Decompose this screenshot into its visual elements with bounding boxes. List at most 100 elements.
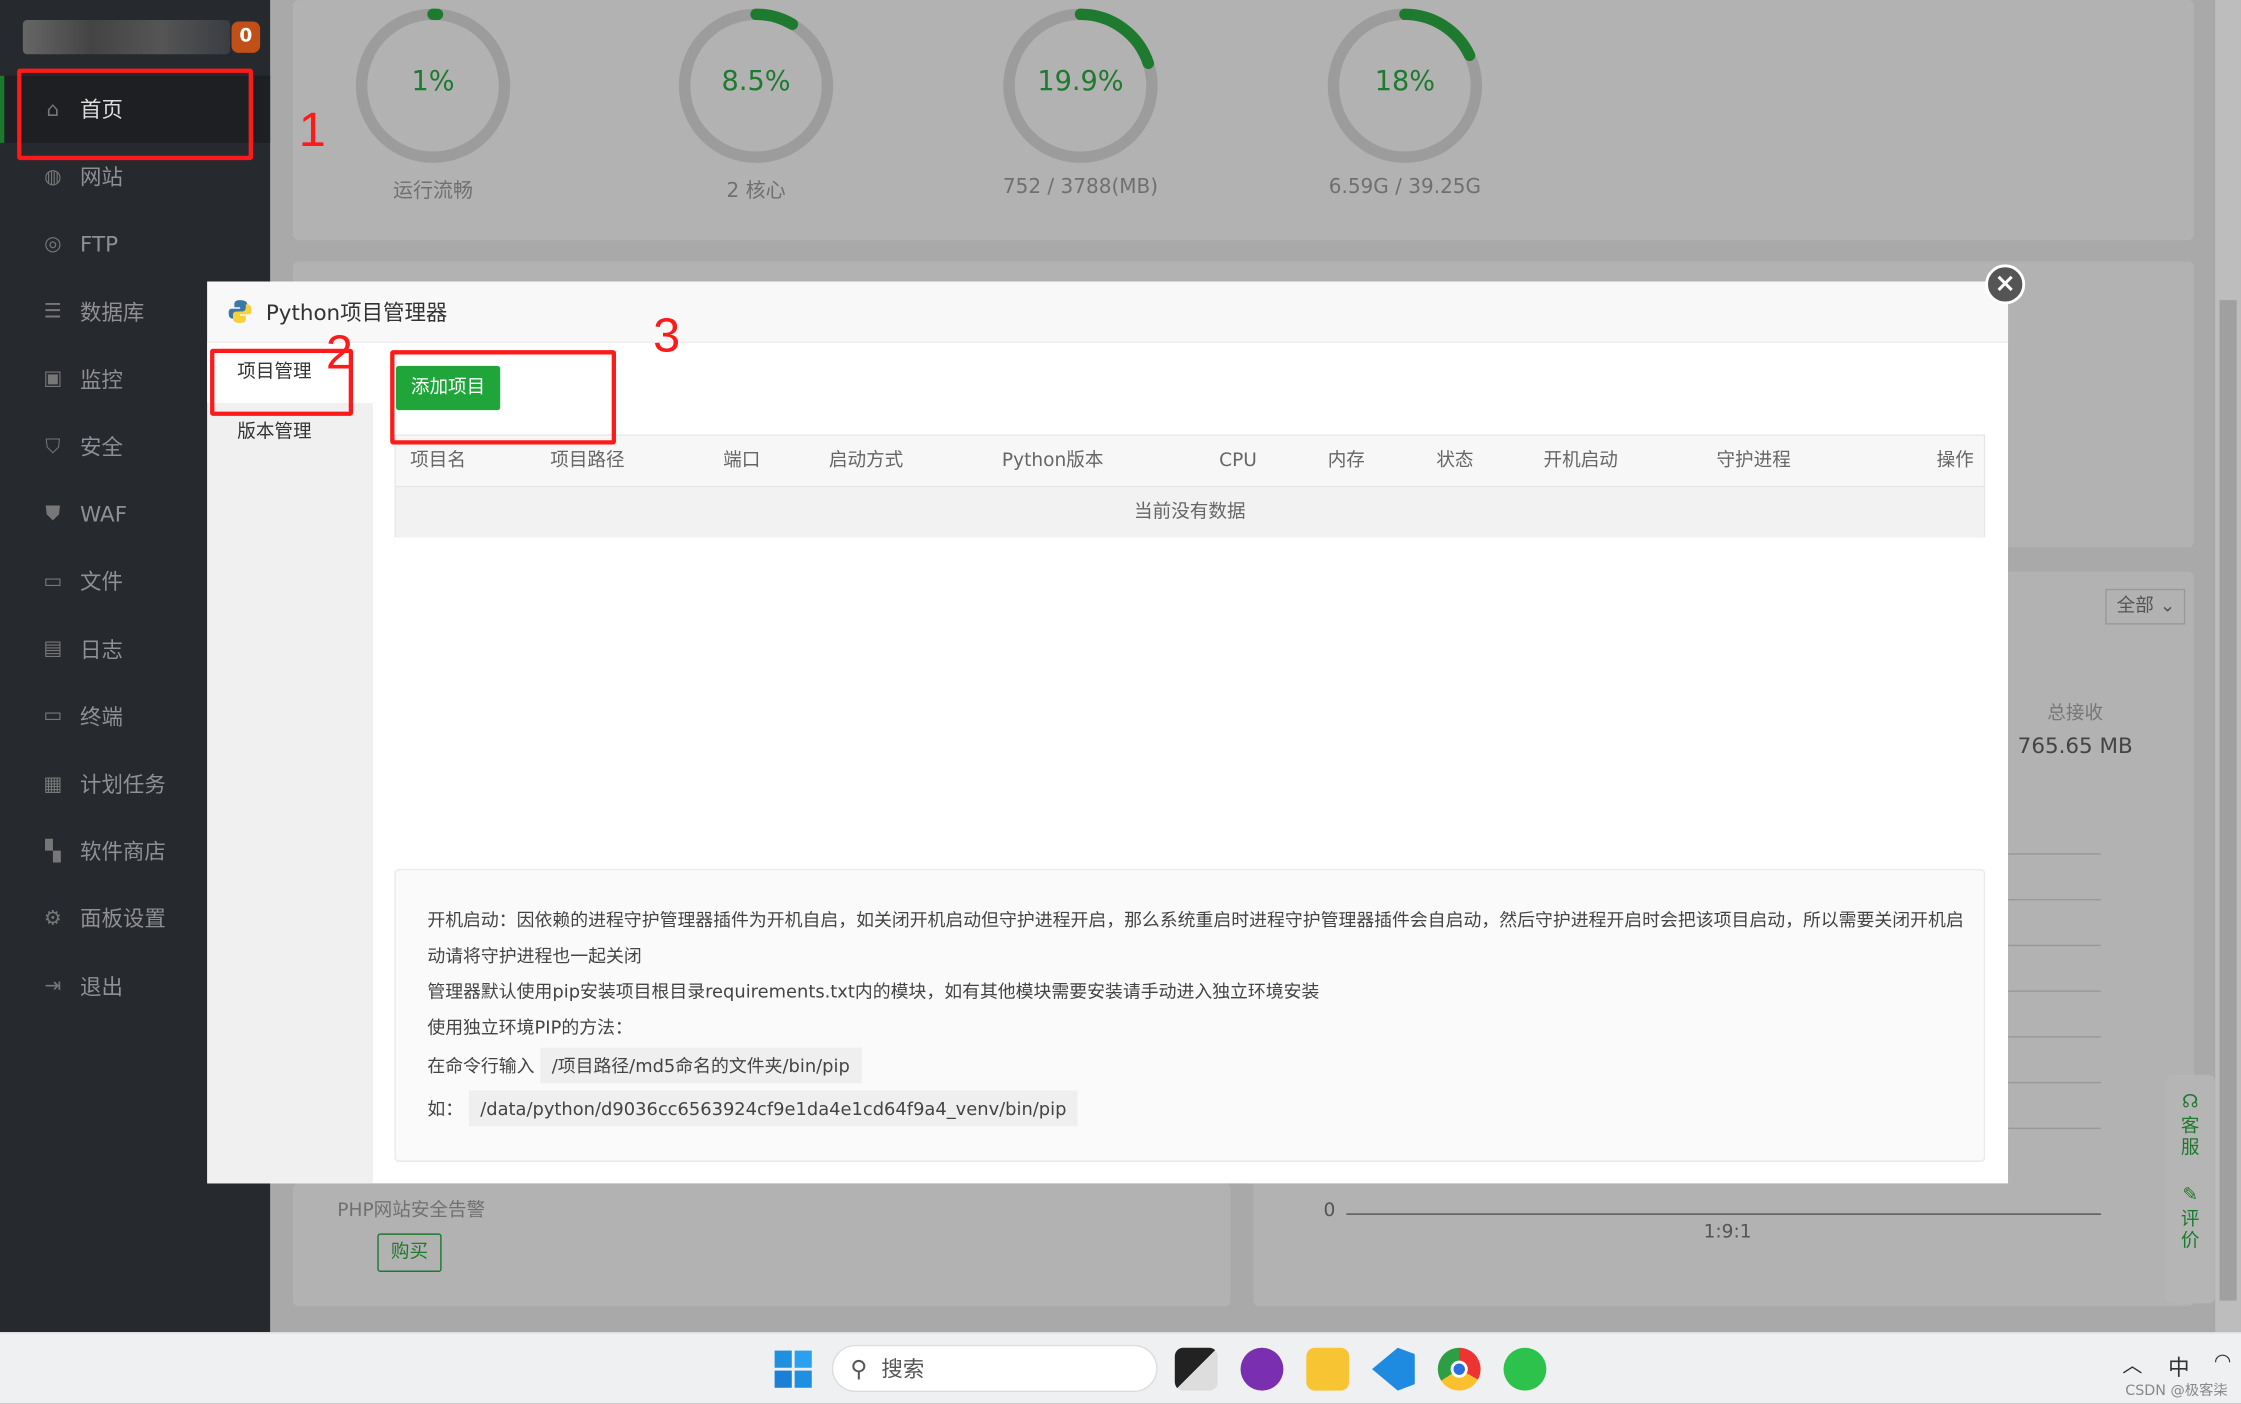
help-line: 管理器默认使用pip安装项目根目录requirements.txt内的模块，如有… [427, 980, 1320, 1002]
help-prefix: 如： [427, 1097, 464, 1120]
sidebar-item-label: 数据库 [80, 299, 145, 326]
logout-icon: ⇥ [44, 974, 62, 998]
user-avatar-blurred [22, 20, 231, 55]
apps-icon: ▚ [45, 839, 61, 863]
gauge: 19.9% 752 / 3788(MB) [995, 0, 1167, 199]
sidebar-item-label: 文件 [80, 569, 123, 596]
database-icon: ☰ [43, 300, 62, 324]
axis-zero: 0 [1323, 1200, 1336, 1222]
python-logo-icon [228, 300, 252, 323]
gear-icon: ⚙ [43, 907, 62, 931]
gauge: 18% 6.59G / 39.25G [1319, 0, 1491, 199]
status-card [292, 0, 2194, 241]
modal-title-bar: Python项目管理器 [207, 281, 2009, 344]
pip-example-code: /data/python/d9036cc6563924cf9e1da4e1cd6… [468, 1090, 1078, 1127]
log-icon: ▤ [43, 637, 63, 661]
calendar-icon: ▦ [43, 772, 63, 796]
review-button[interactable]: 评价 [2180, 1209, 2200, 1252]
column-header: 开机启动 [1543, 450, 1618, 472]
grid-line [2008, 1036, 2101, 1038]
buy-button[interactable]: 购买 [377, 1233, 442, 1272]
column-header: 守护进程 [1716, 450, 1791, 472]
taskbar-search[interactable]: ⚲ 搜索 [831, 1344, 1158, 1393]
sidebar-item[interactable]: ◎ FTP [0, 211, 270, 278]
grid-line [2008, 1127, 2101, 1130]
gauge-label: 6.59G / 39.25G [1328, 175, 1482, 199]
grid-line [2008, 944, 2101, 947]
folder-icon: ▭ [43, 570, 63, 593]
float-service-panel: ☊ 客服 ✎ 评价 [2165, 1074, 2216, 1304]
tray-chevron-up-icon[interactable]: ︿ [2122, 1351, 2142, 1380]
sidebar-item-label: FTP [80, 231, 119, 258]
notification-badge[interactable]: 0 [231, 21, 261, 53]
taskbar: ⚲ 搜索 ︿ 中 ◠ CSDN @极客柒 [0, 1332, 2241, 1404]
help-box: 开机启动：因依赖的进程守护管理器插件为开机自启，如关闭开机启动但守护进程开启，那… [394, 868, 1986, 1162]
wifi-icon[interactable]: ◠ [2214, 1351, 2231, 1374]
help-line: 开机启动：因依赖的进程守护管理器插件为开机自启，如关闭开机启动但守护进程开启，那… [427, 908, 1964, 931]
total-recv-value: 765.65 MB [2017, 733, 2133, 759]
headset-icon: ☊ [2181, 1091, 2199, 1114]
gauge: 1% 运行流畅 [347, 0, 519, 203]
sidebar-item-label: 面板设置 [80, 906, 166, 933]
github-icon[interactable] [1240, 1347, 1284, 1391]
windows-start-icon[interactable] [774, 1350, 812, 1388]
globe-icon: ◍ [44, 165, 62, 189]
grid-line [2008, 853, 2101, 855]
column-header: 端口 [723, 450, 761, 472]
total-recv-label: 总接收 [2047, 703, 2104, 725]
wechat-icon[interactable] [1503, 1347, 1547, 1391]
traffic-filter-select[interactable]: 全部 ⌄ [2105, 588, 2186, 625]
modal-title: Python项目管理器 [265, 299, 448, 326]
sidebar-item-label: 计划任务 [80, 771, 166, 798]
search-placeholder: 搜索 [881, 1356, 925, 1383]
scrollbar[interactable] [2215, 0, 2241, 1333]
vscode-icon[interactable] [1372, 1347, 1415, 1391]
gauge-value: 19.9% [1037, 65, 1124, 98]
file-explorer-icon[interactable] [1306, 1347, 1350, 1391]
gauge-label: 运行流畅 [393, 180, 474, 203]
close-icon: × [1994, 268, 2016, 299]
search-icon: ⚲ [850, 1354, 868, 1383]
scrollbar-thumb[interactable] [2219, 300, 2237, 1301]
annotation-number-2: 2 [325, 325, 353, 381]
grid-line [2008, 898, 2101, 901]
task-view-icon[interactable] [1174, 1347, 1218, 1391]
column-header: CPU [1219, 450, 1257, 472]
gauge-value: 1% [411, 65, 455, 98]
help-line: 动请将守护进程也一起关闭 [427, 944, 642, 967]
annotation-box-3 [390, 350, 616, 445]
monitor-icon: ▣ [43, 367, 63, 391]
watermark: CSDN @极客柒 [2125, 1383, 2228, 1400]
sidebar-item-label: 日志 [80, 636, 123, 663]
php-alert-label: PHP网站安全告警 [337, 1200, 486, 1222]
table-header: 项目名 项目路径 端口 启动方式 Python版本 CPU 内存 状态 开机启动 守护进程 操作 [395, 435, 1984, 488]
column-header: Python版本 [1001, 450, 1104, 472]
sidebar-item-label: 终端 [80, 704, 123, 731]
empty-row: 当前没有数据 [395, 487, 1984, 538]
sidebar-item-label: 网站 [80, 164, 123, 191]
service-button[interactable]: 客服 [2180, 1116, 2200, 1159]
shield-icon: ⛉ [45, 435, 61, 459]
grid-line [2008, 1081, 2101, 1084]
gauge-value: 18% [1374, 65, 1436, 98]
grid-line [2008, 990, 2101, 992]
sidebar-item-label: 软件商店 [80, 839, 166, 865]
terminal-icon: ▭ [43, 705, 63, 728]
gauge-label: 752 / 3788(MB) [1002, 175, 1159, 199]
x-axis [1346, 1213, 2101, 1215]
annotation-number-3: 3 [653, 308, 681, 364]
sidebar-item-label: 安全 [80, 434, 123, 461]
chevron-down-icon: ⌄ [2159, 595, 2176, 618]
annotation-box-1 [17, 68, 253, 161]
help-prefix: 在命令行输入 [427, 1054, 535, 1077]
chrome-icon[interactable] [1437, 1347, 1481, 1391]
projects-table: 项目名 项目路径 端口 启动方式 Python版本 CPU 内存 状态 开机启动 守护进程 操作 当… [394, 434, 1986, 538]
close-modal-button[interactable]: × [1985, 264, 2026, 305]
annotation-number-1: 1 [298, 102, 326, 158]
axis-ratio-label: 1:9:1 [1703, 1221, 1752, 1244]
gauge: 8.5% 2 核心 [670, 0, 842, 203]
modal-nav: 项目管理 版本管理 [207, 343, 374, 1184]
sidebar-item-label: 退出 [80, 974, 123, 1000]
pip-path-code: /项目路径/md5命名的文件夹/bin/pip [540, 1047, 862, 1084]
column-header: 状态 [1436, 450, 1474, 472]
